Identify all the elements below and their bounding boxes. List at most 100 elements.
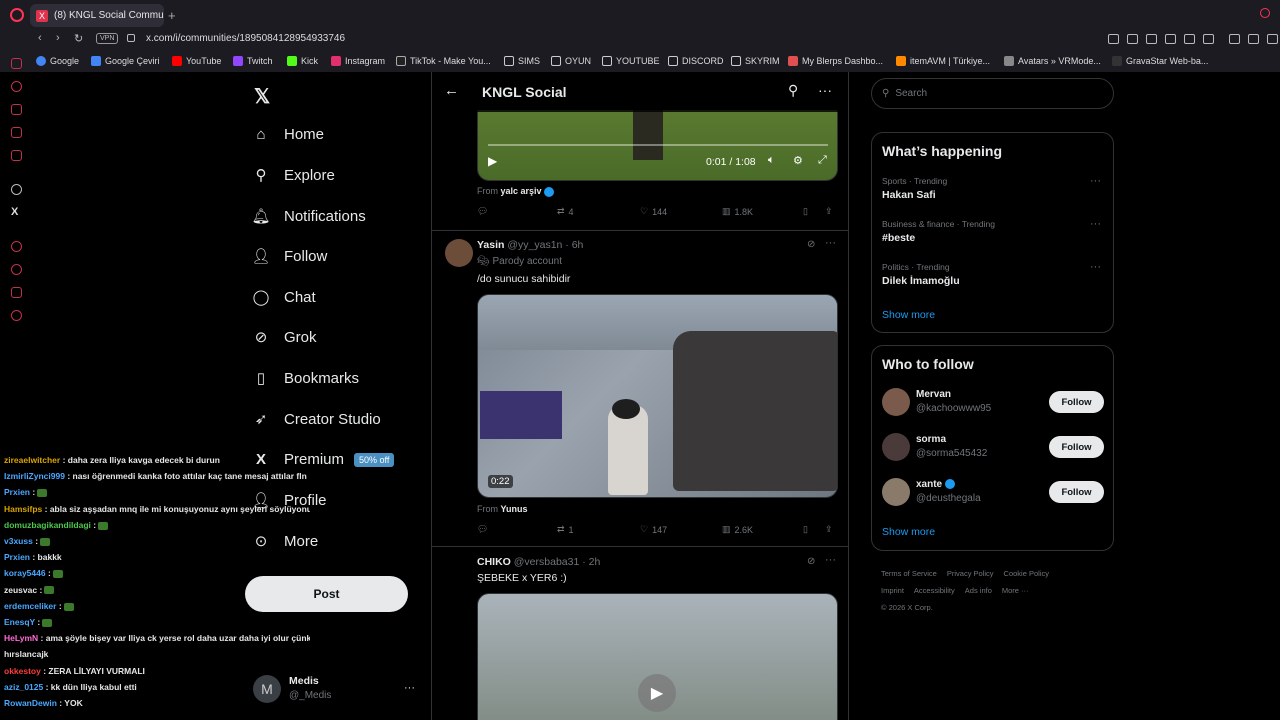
bookmark-tiktok[interactable]: TikTok - Make You... — [396, 56, 491, 66]
nav-follow[interactable]: 👤︎ Follow — [251, 247, 327, 266]
lock-icon[interactable] — [127, 34, 135, 42]
nav-bookmarks[interactable]: ▯ Bookmarks — [252, 369, 359, 388]
new-tab-icon[interactable]: + — [168, 8, 176, 23]
bookmark-blerps[interactable]: My Blerps Dashbo... — [788, 56, 883, 66]
share-icon[interactable]: ⇪ — [825, 524, 833, 535]
trend-name[interactable]: Dilek İmamoğlu — [882, 275, 960, 287]
nav-explore[interactable]: ⚲ Explore — [252, 166, 335, 185]
chat-username[interactable]: Prxien — [4, 487, 30, 497]
bookmark-kick[interactable]: Kick — [287, 56, 318, 66]
chat-username[interactable]: koray5446 — [4, 568, 46, 578]
bookmark-youtube[interactable]: YouTube — [172, 56, 221, 66]
chat-username[interactable]: Hamsifps — [4, 504, 42, 514]
post-2-video[interactable]: 0:22 — [477, 294, 838, 498]
account-more-icon[interactable]: ··· — [404, 682, 415, 694]
suggestion-name[interactable]: sorma — [916, 434, 946, 445]
chat-username[interactable]: zireaelwitcher — [4, 455, 60, 465]
bookmark-folder-skyrim[interactable]: SKYRIM — [731, 56, 780, 66]
views-button[interactable]: ▥ 1.8K — [722, 206, 753, 217]
views-button[interactable]: ▥ 2.6K — [722, 524, 753, 535]
nav-chat[interactable]: ◯ Chat — [252, 288, 316, 307]
trend-more-icon[interactable]: ··· — [1090, 261, 1101, 273]
grok-icon[interactable]: ⊘ — [807, 556, 815, 567]
snapshot-icon[interactable] — [1127, 34, 1138, 44]
back-arrow-icon[interactable]: ← — [444, 82, 459, 99]
bookmark-folder-sims[interactable]: SIMS — [504, 56, 540, 66]
translate-icon[interactable] — [1165, 34, 1176, 44]
repost-button[interactable]: ⇄ 1 — [557, 524, 574, 535]
footer-more-link[interactable]: More ··· — [1002, 586, 1029, 595]
bookmark-vrmodels[interactable]: Avatars » VRMode... — [1004, 56, 1101, 66]
follow-show-more-link[interactable]: Show more — [882, 526, 935, 538]
follow-button[interactable]: Follow — [1049, 436, 1104, 458]
more-options-icon[interactable]: ··· — [825, 554, 836, 566]
search-field[interactable]: ⚲ Search — [871, 78, 1114, 109]
trend-more-icon[interactable]: ··· — [1090, 218, 1101, 230]
footer-terms-link[interactable]: Terms of Service — [881, 569, 937, 578]
chat-username[interactable]: EnesqY — [4, 617, 35, 627]
bookmark-itemavm[interactable]: itemAVM | Türkiye... — [896, 56, 990, 66]
extensions-icon[interactable] — [1229, 34, 1240, 44]
avatar[interactable] — [882, 478, 910, 506]
search-icon[interactable]: ⚲ — [788, 82, 798, 99]
post-1-video[interactable]: ▶ 0:01 / 1:08 🔈︎ ⚙ ⤢ — [477, 110, 838, 181]
bookmark-page-icon[interactable] — [1108, 34, 1119, 44]
sidebar-chatgpt-icon[interactable] — [11, 184, 22, 195]
footer-privacy-link[interactable]: Privacy Policy — [947, 569, 994, 578]
trend-name[interactable]: Hakan Safi — [882, 189, 936, 201]
sidebar-settings-icon[interactable] — [11, 310, 22, 321]
x-logo-icon[interactable]: 𝕏 — [254, 84, 270, 109]
bookmark-instagram[interactable]: Instagram — [331, 56, 385, 66]
chat-username[interactable]: HeLymN — [4, 633, 38, 643]
chat-username[interactable]: okkestoy — [4, 666, 41, 676]
follow-button[interactable]: Follow — [1049, 481, 1104, 503]
sidebar-clock-icon[interactable] — [11, 264, 22, 275]
follow-button[interactable]: Follow — [1049, 391, 1104, 413]
chat-username[interactable]: IzmirliZynci999 — [4, 471, 65, 481]
from-name[interactable]: Yunus — [501, 504, 528, 514]
download-icon[interactable] — [1248, 34, 1259, 44]
bookmark-folder-discord[interactable]: DISCORD — [668, 56, 724, 66]
back-icon[interactable]: ‹ — [38, 32, 42, 44]
footer-cookie-link[interactable]: Cookie Policy — [1004, 569, 1049, 578]
post-2[interactable]: Yasin @yy_yas1n · 6h ⊘ ··· 🎭︎ Parody acc… — [432, 231, 848, 547]
sidebar-mail-icon[interactable] — [11, 58, 22, 69]
shield-icon[interactable] — [1146, 34, 1157, 44]
bookmark-folder-youtube[interactable]: YOUTUBE — [602, 56, 660, 66]
bookmark-twitch[interactable]: Twitch — [233, 56, 273, 66]
reply-icon[interactable]: 💬︎ — [477, 524, 488, 535]
settings-icon[interactable]: ⚙ — [793, 154, 803, 167]
like-button[interactable]: ♡ 147 — [640, 524, 667, 535]
nav-home[interactable]: ⌂ Home — [252, 125, 324, 143]
play-icon[interactable]: ▶ — [638, 674, 676, 712]
from-name[interactable]: yalc arşiv — [501, 186, 542, 196]
browser-tab-active[interactable]: X (8) KNGL Social Communi — [30, 4, 164, 27]
trend-more-icon[interactable]: ··· — [1090, 175, 1101, 187]
bookmark-google[interactable]: Google — [36, 56, 79, 66]
chat-username[interactable]: erdemceliker — [4, 601, 56, 611]
avatar[interactable] — [882, 388, 910, 416]
play-icon[interactable]: ▶ — [488, 154, 497, 168]
volume-icon[interactable]: 🔈︎ — [768, 154, 775, 167]
nav-notifications[interactable]: 🔔︎ Notifications — [251, 207, 365, 226]
bookmark-gravastar[interactable]: GravaStar Web-ba... — [1112, 56, 1208, 66]
post-3[interactable]: CHIKO @versbaba31 · 2h ⊘ ··· ŞEBEKE x YE… — [432, 547, 848, 720]
reload-icon[interactable]: ↻ — [74, 32, 83, 45]
sidebar-player-icon[interactable] — [11, 241, 22, 252]
post-3-video[interactable]: ▶ — [477, 593, 838, 720]
like-button[interactable]: ♡ 144 — [640, 206, 667, 217]
chat-username[interactable]: zeusvac — [4, 585, 37, 595]
footer-ads-link[interactable]: Ads info — [965, 586, 992, 595]
sidebar-messenger-icon[interactable] — [11, 150, 22, 161]
nav-creator-studio[interactable]: ➶ Creator Studio — [252, 410, 381, 429]
chat-username[interactable]: Prxien — [4, 552, 30, 562]
share-icon[interactable]: ⇪ — [825, 206, 833, 217]
bookmark-icon[interactable]: ▯ — [803, 524, 808, 535]
heart-icon[interactable] — [1203, 34, 1214, 44]
reply-icon[interactable]: 💬︎ — [477, 206, 488, 217]
suggestion-name[interactable]: xante — [916, 479, 955, 490]
sidebar-history-icon[interactable] — [11, 81, 22, 92]
more-options-icon[interactable]: ··· — [825, 237, 836, 249]
sidebar-x-icon[interactable]: X — [11, 206, 18, 218]
footer-imprint-link[interactable]: Imprint — [881, 586, 904, 595]
